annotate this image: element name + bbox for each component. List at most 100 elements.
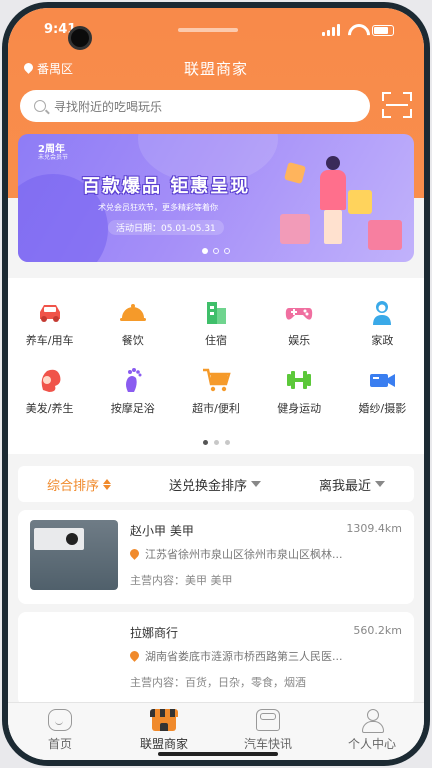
car-icon (39, 305, 60, 322)
category-entertainment[interactable]: 娱乐 (258, 298, 341, 348)
page-title: 联盟商家 (183, 60, 248, 78)
scan-icon[interactable] (382, 92, 412, 118)
sort-label: 离我最近 (318, 478, 371, 494)
sort-toggle-icon (103, 478, 111, 490)
category-label: 住宿 (204, 334, 227, 347)
nav-label: 个人中心 (347, 737, 396, 751)
nav-home[interactable]: 首页 (8, 703, 112, 760)
merchant-card[interactable]: 赵小甲 美甲 1309.4km 江苏省徐州市泉山区徐州市泉山区枫林... 主营内… (18, 510, 414, 604)
nav-label: 汽车快讯 (243, 737, 292, 751)
front-camera (68, 26, 92, 50)
banner-dot[interactable] (213, 248, 219, 254)
foot-icon (125, 368, 142, 392)
pager-dot[interactable] (213, 440, 219, 445)
category-wedding-photo[interactable]: 婚纱/摄影 (341, 366, 424, 416)
home-indicator (158, 752, 278, 756)
cart-icon (202, 368, 231, 392)
phone-frame: 9:41 番禺区 联盟商家 寻找附近的吃喝玩乐 2周年 未兑会员节 百款爆品 钜… (2, 2, 430, 766)
promo-banner[interactable]: 2周年 未兑会员节 百款爆品 钜惠呈现 术兑会员狂欢节，更多精彩等着你 活动日期… (18, 134, 414, 262)
nav-label: 首页 (47, 737, 72, 751)
category-label: 美发/养生 (25, 402, 74, 415)
gift-box-icon (283, 161, 307, 185)
category-panel: 养车/用车 餐饮 住宿 娱乐 家政 美发/养生 按摩足浴 超市/便利 健身运动 … (8, 278, 424, 454)
pager-dot[interactable] (202, 440, 208, 445)
category-fitness[interactable]: 健身运动 (258, 366, 341, 416)
merchant-photo (30, 622, 118, 692)
sort-label: 送兑换金排序 (168, 478, 247, 494)
category-label: 餐饮 (121, 334, 144, 347)
gamepad-icon (285, 308, 313, 320)
banner-subline: 术兑会员狂欢节，更多精彩等着你 (98, 203, 218, 212)
wifi-icon (348, 24, 364, 36)
search-placeholder: 寻找附近的吃喝玩乐 (54, 99, 163, 114)
building-icon (206, 302, 226, 324)
top-bar: 番禺区 联盟商家 (8, 56, 424, 80)
gift-box-icon (280, 214, 310, 244)
sort-label: 综合排序 (46, 478, 99, 494)
dumbbell-icon (287, 371, 312, 389)
sort-exchange-gold[interactable]: 送兑换金排序 (169, 475, 261, 494)
merchant-business: 主营内容：美甲 美甲 (130, 574, 233, 587)
chevron-down-icon (375, 481, 385, 487)
chevron-down-icon (251, 481, 261, 487)
merchant-name: 拉娜商行 (130, 626, 179, 640)
banner-date: 活动日期：05.01-05.31 (108, 220, 224, 235)
nav-profile[interactable]: 个人中心 (320, 703, 424, 760)
category-grid: 养车/用车 餐饮 住宿 娱乐 家政 美发/养生 按摩足浴 超市/便利 健身运动 … (8, 298, 424, 416)
merchant-business: 主营内容：百货，日杂，零食，烟酒 (130, 676, 306, 689)
sort-bar: 综合排序 送兑换金排序 离我最近 (18, 466, 414, 502)
battery-icon (372, 24, 394, 36)
category-car[interactable]: 养车/用车 (8, 298, 91, 348)
banner-headline: 百款爆品 钜惠呈现 (82, 176, 251, 197)
shopper-illustration (314, 156, 354, 246)
search-row: 寻找附近的吃喝玩乐 (20, 90, 412, 122)
category-housekeeping[interactable]: 家政 (341, 298, 424, 348)
car-icon (256, 709, 280, 731)
sort-comprehensive[interactable]: 综合排序 (47, 475, 111, 494)
location-pin-icon (130, 549, 139, 560)
pager-dot[interactable] (224, 440, 230, 445)
category-pager (8, 440, 424, 445)
nav-label: 联盟商家 (139, 737, 188, 751)
merchant-address-row: 江苏省徐州市泉山区徐州市泉山区枫林... (130, 546, 402, 562)
gift-box-icon (368, 220, 402, 250)
category-supermarket[interactable]: 超市/便利 (174, 366, 257, 416)
category-hotel[interactable]: 住宿 (174, 298, 257, 348)
sort-nearest[interactable]: 离我最近 (319, 475, 385, 494)
category-label: 娱乐 (288, 334, 311, 347)
category-label: 婚纱/摄影 (358, 402, 407, 415)
housekeeper-icon (373, 301, 392, 325)
merchant-distance: 560.2km (353, 624, 402, 637)
banner-dot[interactable] (224, 248, 230, 254)
merchant-address: 湖南省娄底市涟源市桥西路第三人民医... (145, 650, 343, 663)
merchant-name: 赵小甲 美甲 (130, 524, 194, 538)
merchant-address: 江苏省徐州市泉山区徐州市泉山区枫林... (145, 548, 343, 561)
anniversary-subtitle: 未兑会员节 (38, 154, 69, 161)
merchant-card[interactable]: 拉娜商行 560.2km 湖南省娄底市涟源市桥西路第三人民医... 主营内容：百… (18, 612, 414, 706)
merchant-address-row: 湖南省娄底市涟源市桥西路第三人民医... (130, 648, 402, 664)
search-icon (34, 100, 46, 112)
user-icon (360, 709, 384, 733)
app-screen: 9:41 番禺区 联盟商家 寻找附近的吃喝玩乐 2周年 未兑会员节 百款爆品 钜… (8, 8, 424, 760)
category-label: 养车/用车 (25, 334, 74, 347)
merchant-distance: 1309.4km (346, 522, 402, 535)
bottom-nav: 首页 联盟商家 汽车快讯 个人中心 (8, 702, 424, 760)
home-icon (48, 709, 72, 731)
category-massage[interactable]: 按摩足浴 (91, 366, 174, 416)
camera-icon (370, 374, 396, 387)
signal-icon (322, 24, 340, 36)
merchant-photo (30, 520, 118, 590)
speaker-grille (178, 28, 238, 32)
banner-pagination (18, 248, 414, 254)
category-label: 超市/便利 (192, 402, 240, 415)
banner-dot[interactable] (202, 248, 208, 254)
category-label: 按摩足浴 (110, 402, 155, 415)
food-cloche-icon (119, 304, 146, 321)
search-input[interactable]: 寻找附近的吃喝玩乐 (20, 90, 370, 122)
status-icons (322, 24, 394, 36)
category-food[interactable]: 餐饮 (91, 298, 174, 348)
location-pin-icon (130, 651, 139, 662)
category-hair[interactable]: 美发/养生 (8, 366, 91, 416)
store-icon (150, 709, 178, 731)
category-label: 家政 (371, 334, 394, 347)
